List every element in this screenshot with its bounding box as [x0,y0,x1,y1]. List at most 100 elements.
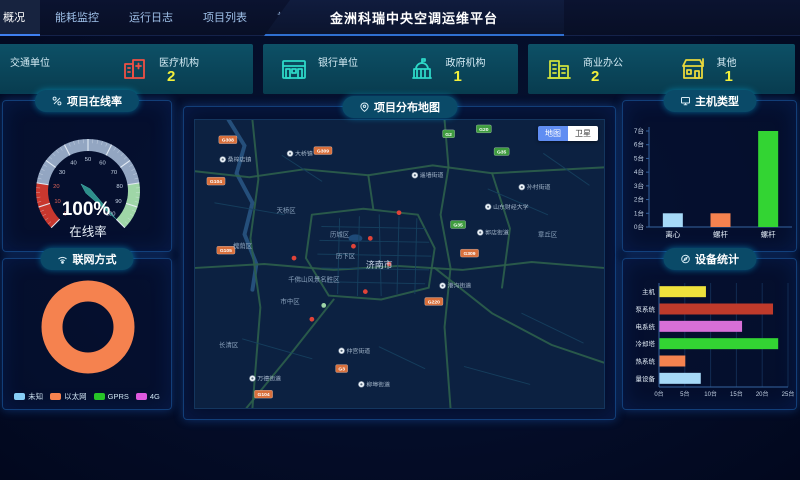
host-type-bar-chart: 0台1台2台3台4台5台6台7台离心螺杆螺杆 [623,115,798,249]
wifi-icon [58,254,68,264]
svg-text:1台: 1台 [634,208,644,217]
stat-label: 其他 [717,54,737,69]
store-icon [678,54,708,84]
title-box: 金洲科瑞中央空调运维平台 [264,0,564,36]
tab-run-log[interactable]: 运行日志 [114,0,188,36]
svg-text:历下区: 历下区 [336,252,356,260]
svg-text:G35: G35 [453,223,463,229]
panel-title-text: 项目分布地图 [374,99,440,115]
stat-label: 商业办公 [583,54,623,69]
legend-chip [14,393,25,400]
road-shield: G20 [476,125,491,133]
map-viewport[interactable]: 桑梓店镇大桥镇遥墙街道孙村街道山东财经大学郭店街道港沟街道仲宫街道柳埠街道万德街… [194,119,605,409]
legend-item-4g[interactable]: 4G [136,391,160,402]
panel-host-title: 主机类型 [663,90,756,112]
legend-chip [136,393,147,400]
road-shield: G3 [336,365,348,373]
stat-value [326,69,358,85]
svg-text:螺杆: 螺杆 [713,229,728,239]
satellite-mode-button[interactable]: 卫星 [568,126,598,141]
panel-online-rate-title: 项目在线率 [35,90,139,112]
stat-card-2: 银行单位 政府机构 1 [263,44,518,94]
map-marker[interactable]: 大桥镇 [287,150,313,158]
project-dot[interactable] [309,317,314,322]
project-dot[interactable] [321,303,326,308]
stat-other[interactable]: 其他 1 [662,54,796,85]
svg-text:天桥区: 天桥区 [276,206,296,215]
svg-text:港沟街道: 港沟街道 [448,282,472,290]
tab-project-list[interactable]: 项目列表 [188,0,262,36]
svg-text:G220: G220 [428,299,440,305]
svg-text:90: 90 [115,199,121,205]
panel-project-map: 项目分布地图 桑梓店镇大桥镇遥墙街道孙村街道山东财经大学郭店街道港沟街道仲宫街道… [183,106,616,420]
project-dot[interactable] [351,244,356,249]
svg-text:30: 30 [59,170,65,176]
svg-text:G105: G105 [220,248,232,254]
tab-energy-monitor[interactable]: 能耗监控 [40,0,114,36]
svg-text:80: 80 [116,184,122,190]
svg-text:历城区: 历城区 [330,230,350,238]
government-icon [407,54,437,84]
stat-card-1: 交通单位 医疗机构 2 [0,44,253,94]
panel-title-text: 设备统计 [695,251,739,267]
project-dot[interactable] [292,256,297,261]
stat-traffic[interactable]: 交通单位 [0,54,104,85]
svg-text:0台: 0台 [634,222,644,231]
svg-text:2台: 2台 [634,195,644,204]
office-icon [544,54,574,84]
svg-text:离心: 离心 [665,229,680,239]
location-pin-icon [359,102,369,112]
legend-item-unknown[interactable]: 未知 [14,391,43,402]
project-dot[interactable] [363,289,368,294]
svg-text:G35: G35 [497,150,507,156]
svg-text:章丘区: 章丘区 [538,229,558,238]
legend-item-gprs[interactable]: GPRS [94,391,129,402]
svg-text:千佛山风景名胜区: 千佛山风景名胜区 [288,275,340,284]
road-shield: G104 [254,390,272,398]
svg-text:15台: 15台 [730,390,743,398]
road-shield: G220 [425,298,443,306]
legend-item-ethernet[interactable]: 以太网 [50,391,87,402]
compass-icon [680,254,690,264]
svg-text:郭店街道: 郭店街道 [485,228,509,236]
panel-online-rate: 项目在线率 0102030405060708090100100%在线率 [2,100,172,252]
stat-value: 1 [454,69,486,85]
legend-label: GPRS [108,392,129,401]
stat-office[interactable]: 商业办公 2 [528,54,662,85]
svg-text:6台: 6台 [634,140,644,149]
network-donut-chart [3,271,173,383]
network-legend: 未知 以太网 GPRS 4G [3,391,171,402]
svg-text:50: 50 [85,157,91,163]
svg-text:5台: 5台 [634,153,644,162]
svg-text:G104: G104 [257,392,269,398]
project-dot[interactable] [397,210,402,215]
svg-text:5台: 5台 [680,390,689,398]
stat-medical[interactable]: 医疗机构 2 [104,54,253,85]
svg-text:桑梓店镇: 桑梓店镇 [228,155,252,163]
stat-label: 医疗机构 [159,54,199,69]
map-mode-button[interactable]: 地图 [538,126,568,141]
svg-text:济南市: 济南市 [366,259,393,270]
online-rate-gauge: 0102030405060708090100100%在线率 [3,111,173,251]
svg-text:柳埠街道: 柳埠街道 [366,380,390,388]
svg-text:山东财经大学: 山东财经大学 [493,203,529,211]
stat-bank[interactable]: 银行单位 [263,54,391,85]
device-stats-hbar-chart: 0台5台10台15台20台25台主机泵系统电系统冷却塔热系统量设备 [623,273,798,407]
svg-text:G2: G2 [445,132,452,138]
svg-text:大桥镇: 大桥镇 [295,150,313,158]
panel-device-stats: 设备统计 0台5台10台15台20台25台主机泵系统电系统冷却塔热系统量设备 [622,258,797,410]
svg-text:遥墙街道: 遥墙街道 [420,171,444,179]
svg-text:10台: 10台 [704,390,717,398]
panel-map-title: 项目分布地图 [342,96,457,118]
svg-text:G308: G308 [222,138,234,144]
legend-label: 以太网 [64,391,87,402]
stat-government[interactable]: 政府机构 1 [391,54,519,85]
panel-network-title: 联网方式 [41,248,134,270]
tab-overview[interactable]: 概况 [0,0,40,36]
road-shield: G309 [314,147,332,155]
legend-chip [50,393,61,400]
legend-chip [94,393,105,400]
project-dot[interactable] [368,236,373,241]
svg-text:4台: 4台 [634,167,644,176]
svg-text:主机: 主机 [642,287,656,296]
